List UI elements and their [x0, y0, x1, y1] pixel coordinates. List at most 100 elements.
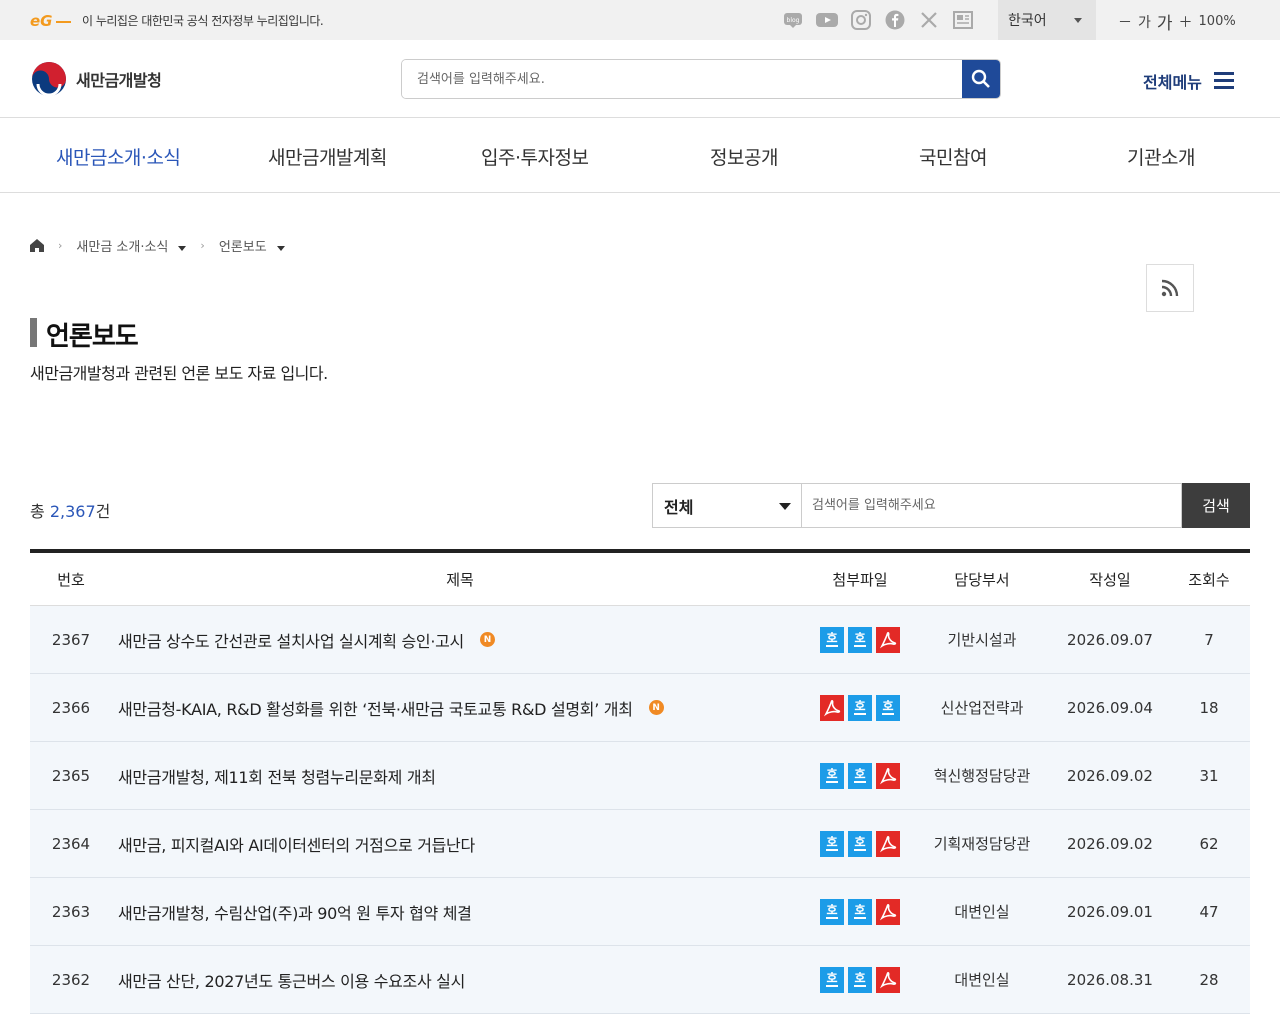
col-dept: 담당부서	[954, 570, 1010, 589]
hwp-file-icon[interactable]: 호	[820, 830, 844, 857]
row-attachments: 호호	[808, 966, 912, 993]
row-title-cell: 새만금개발청, 수림산업(주)과 90억 원 투자 협약 체결	[112, 900, 808, 924]
hwp-file-icon[interactable]: 호	[848, 626, 872, 653]
row-title-link[interactable]: 새만금, 피지컬AI와 AI데이터센터의 거점으로 거듭난다	[118, 832, 475, 856]
site-logo[interactable]: 새만금개발청	[30, 60, 162, 98]
board-search-input[interactable]	[802, 483, 1182, 528]
language-label: 한국어	[1008, 13, 1047, 29]
instagram-icon[interactable]	[850, 9, 872, 31]
blog-icon[interactable]: blog	[782, 9, 804, 31]
header-search	[401, 59, 1001, 99]
table-row[interactable]: 2366 새만금청-KAIA, R&D 활성화를 위한 ‘전북·새만금 국토교통 …	[30, 674, 1250, 742]
row-attachments: 호호	[808, 694, 912, 721]
new-badge-icon: N	[648, 700, 664, 715]
youtube-icon[interactable]	[816, 9, 838, 31]
row-title-link[interactable]: 새만금 상수도 간선관로 설치사업 실시계획 승인·고시	[118, 628, 464, 652]
hwp-file-icon[interactable]: 호	[820, 898, 844, 925]
home-icon[interactable]	[30, 239, 44, 252]
col-title: 제목	[446, 570, 474, 589]
hwp-file-icon[interactable]: 호	[820, 762, 844, 789]
pdf-file-icon[interactable]	[876, 898, 900, 925]
row-date: 2026.08.31	[1067, 970, 1153, 989]
logo-text: 새만금개발청	[76, 71, 162, 90]
row-title-link[interactable]: 새만금개발청, 제11회 전북 청렴누리문화제 개최	[118, 764, 436, 788]
language-select[interactable]: 한국어	[998, 0, 1096, 40]
nav-item-plan[interactable]: 새만금개발계획	[268, 143, 387, 170]
new-badge-icon: N	[479, 632, 495, 647]
nav-item-participation[interactable]: 국민참여	[919, 143, 987, 170]
site-header: 새만금개발청 전체메뉴	[0, 40, 1280, 118]
table-body: 2367 새만금 상수도 간선관로 설치사업 실시계획 승인·고시 N 호 호 기반시설과…	[30, 606, 1250, 1014]
zoom-out-button[interactable]: －	[1118, 12, 1132, 32]
hwp-file-icon[interactable]: 호	[820, 626, 844, 653]
main-nav: 새만금소개·소식 새만금개발계획 입주·투자정보 정보공개 국민참여 기관소개	[0, 118, 1280, 193]
pdf-file-icon[interactable]	[876, 626, 900, 653]
pdf-file-icon[interactable]	[876, 966, 900, 993]
breadcrumb-level1[interactable]: 새만금 소개·소식	[76, 236, 187, 255]
row-title-link[interactable]: 새만금개발청, 수림산업(주)과 90억 원 투자 협약 체결	[118, 900, 472, 924]
row-title-link[interactable]: 새만금 산단, 2027년도 통근버스 이용 수요조사 실시	[118, 968, 465, 992]
search-category-select[interactable]: 전체	[652, 483, 802, 528]
hwp-file-icon[interactable]: 호	[848, 966, 872, 993]
row-views: 7	[1204, 630, 1214, 649]
table-row[interactable]: 2364 새만금, 피지컬AI와 AI데이터센터의 거점으로 거듭난다 호 호 기획재정…	[30, 810, 1250, 878]
row-dept: 대변인실	[954, 903, 1010, 921]
facebook-icon[interactable]	[884, 9, 906, 31]
row-date: 2026.09.02	[1067, 834, 1153, 853]
table-row[interactable]: 2363 새만금개발청, 수림산업(주)과 90억 원 투자 협약 체결 호 호 대변인…	[30, 878, 1250, 946]
row-dept: 기획재정담당관	[933, 835, 1031, 853]
hwp-file-icon[interactable]: 호	[848, 694, 872, 721]
hwp-file-icon[interactable]: 호	[820, 966, 844, 993]
sns-links: blog	[782, 9, 974, 31]
hwp-file-icon[interactable]: 호	[848, 762, 872, 789]
chevron-right-icon: ›	[58, 239, 63, 252]
page-description: 새만금개발청과 관련된 언론 보도 자료 입니다.	[30, 364, 328, 383]
zoom-in-button[interactable]: ＋	[1179, 12, 1193, 32]
row-date: 2026.09.07	[1067, 630, 1153, 649]
row-title-cell: 새만금개발청, 제11회 전북 청렴누리문화제 개최	[112, 764, 808, 788]
row-title-link[interactable]: 새만금청-KAIA, R&D 활성화를 위한 ‘전북·새만금 국토교통 R&D …	[118, 696, 633, 720]
chevron-down-icon	[779, 503, 791, 510]
hwp-file-icon[interactable]: 호	[848, 898, 872, 925]
hamburger-icon	[1213, 68, 1234, 93]
caret-down-icon	[178, 246, 187, 251]
col-no: 번호	[57, 570, 85, 589]
all-menu-button[interactable]: 전체메뉴	[1143, 68, 1234, 93]
nav-item-invest[interactable]: 입주·투자정보	[481, 143, 589, 170]
row-no: 2362	[51, 970, 91, 989]
header-search-input[interactable]	[402, 60, 962, 98]
x-icon[interactable]	[918, 9, 940, 31]
nav-item-news[interactable]: 새만금소개·소식	[56, 143, 181, 170]
table-row[interactable]: 2362 새만금 산단, 2027년도 통근버스 이용 수요조사 실시 호 호 대변인실…	[30, 946, 1250, 1014]
all-menu-label: 전체메뉴	[1143, 72, 1202, 92]
row-date: 2026.09.01	[1067, 902, 1153, 921]
egov-logo-icon: eG	[30, 12, 71, 28]
breadcrumb-level2[interactable]: 언론보도	[219, 236, 285, 255]
total-count: 총 2,367건	[30, 502, 111, 521]
row-attachments: 호호	[808, 762, 912, 789]
nav-item-about[interactable]: 기관소개	[1127, 143, 1195, 170]
zoom-small-label: 가	[1138, 14, 1151, 31]
header-search-button[interactable]	[962, 60, 1000, 98]
rss-icon	[1161, 279, 1179, 297]
pdf-file-icon[interactable]	[876, 830, 900, 857]
hwp-file-icon[interactable]: 호	[848, 830, 872, 857]
board-search-button[interactable]: 검색	[1182, 483, 1250, 528]
row-no: 2363	[51, 902, 91, 921]
news-icon[interactable]	[952, 9, 974, 31]
chevron-right-icon: ›	[200, 239, 205, 252]
row-views: 18	[1199, 698, 1219, 717]
row-no: 2365	[51, 766, 91, 785]
svg-text:eG: eG	[30, 12, 53, 28]
hwp-file-icon[interactable]: 호	[876, 694, 900, 721]
total-number: 2,367	[49, 502, 96, 521]
pdf-file-icon[interactable]	[876, 762, 900, 789]
col-attach: 첨부파일	[832, 570, 888, 589]
rss-button[interactable]	[1146, 264, 1194, 312]
pdf-file-icon[interactable]	[820, 694, 844, 721]
nav-item-disclosure[interactable]: 정보공개	[710, 143, 778, 170]
table-row[interactable]: 2365 새만금개발청, 제11회 전북 청렴누리문화제 개최 호 호 혁신행정담당관 2…	[30, 742, 1250, 810]
row-no: 2364	[51, 834, 91, 853]
row-views: 31	[1199, 766, 1219, 785]
table-row[interactable]: 2367 새만금 상수도 간선관로 설치사업 실시계획 승인·고시 N 호 호 기반시설과…	[30, 606, 1250, 674]
